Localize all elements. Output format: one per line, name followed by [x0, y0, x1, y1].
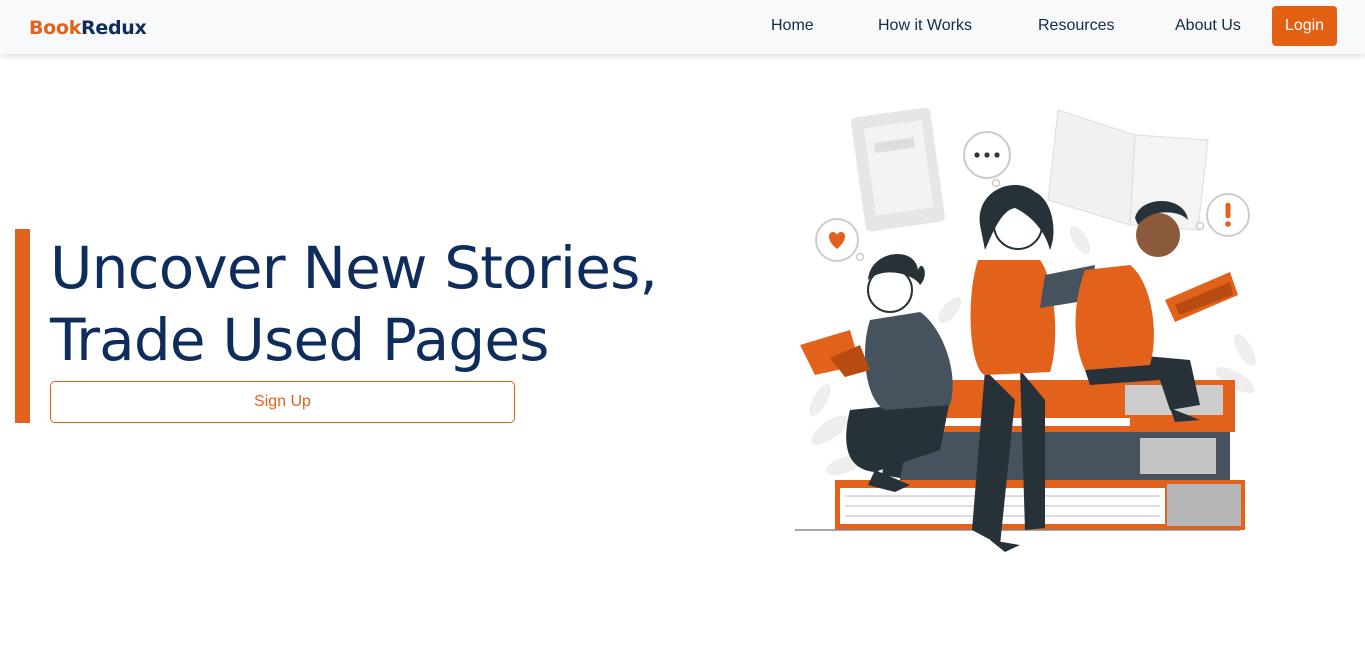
hero-title-line-2: Trade Used Pages — [50, 306, 549, 374]
tablet-drawing — [850, 107, 945, 232]
logo-part-book: Book — [29, 17, 82, 39]
heart-icon — [815, 218, 865, 262]
logo-part-redux: Redux — [81, 17, 147, 39]
sign-up-button[interactable]: Sign Up — [50, 381, 515, 423]
nav-link-how-it-works[interactable]: How it Works — [878, 16, 972, 36]
nav-link-about-us[interactable]: About Us — [1175, 16, 1241, 36]
hero-title-line-1: Uncover New Stories, — [50, 234, 658, 302]
ellipsis-icon — [963, 131, 1011, 188]
brand-logo[interactable]: BookRedux — [29, 16, 147, 40]
nav-link-home[interactable]: Home — [771, 16, 814, 36]
hero-title: Uncover New Stories, Trade Used Pages — [50, 232, 670, 376]
hero-accent-bar — [15, 229, 30, 423]
navbar: BookRedux Home How it Works Resources Ab… — [0, 0, 1365, 54]
nav-link-resources[interactable]: Resources — [1038, 16, 1114, 36]
exclamation-icon — [1195, 193, 1250, 237]
hero-illustration — [795, 107, 1256, 552]
login-button[interactable]: Login — [1272, 6, 1337, 46]
